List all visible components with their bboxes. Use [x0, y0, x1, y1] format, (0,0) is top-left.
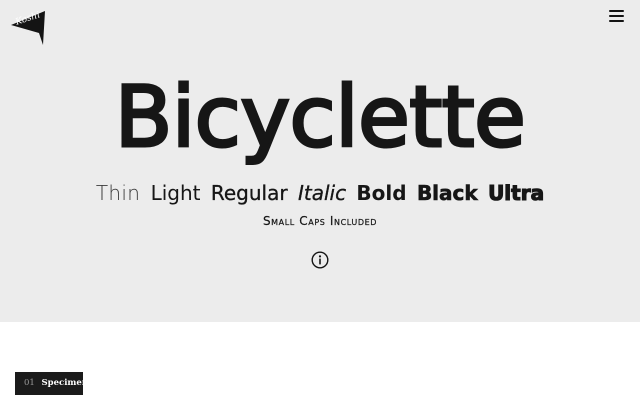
small-caps-subtitle: Small Caps Included — [262, 214, 378, 228]
section-title: Specimen — [41, 378, 89, 388]
weight-bold: Bold — [356, 181, 407, 205]
weight-thin: Thin — [95, 181, 141, 205]
section-number: 01 — [24, 378, 35, 388]
weight-regular: Regular — [210, 181, 288, 205]
weight-light: Light — [150, 181, 201, 205]
menu-button[interactable] — [607, 8, 627, 24]
hero-section: Koshi Bicyclette Thin Light Regular Ital… — [0, 0, 640, 322]
info-button[interactable] — [311, 251, 329, 269]
logo[interactable]: Koshi — [9, 9, 47, 47]
weight-italic: Italic — [297, 181, 347, 205]
section-label-specimen[interactable]: 01 Specimen — [15, 372, 88, 395]
weight-ultra: Ultra — [488, 180, 545, 205]
info-circle-icon — [311, 251, 329, 269]
weights-list: Thin Light Regular Italic Bold Black Ult… — [0, 178, 640, 208]
weight-black: Black — [416, 181, 478, 206]
font-name-title: Bicyclette — [113, 67, 527, 168]
